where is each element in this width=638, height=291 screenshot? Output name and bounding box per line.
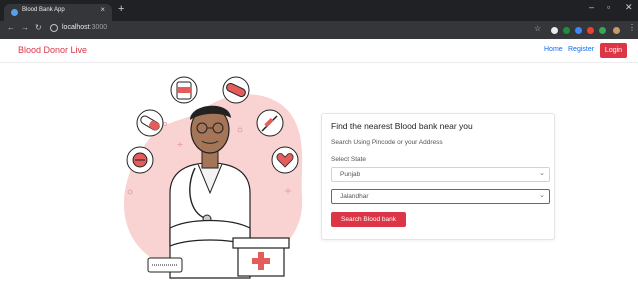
chevron-down-icon: ⌄ — [539, 170, 545, 177]
extension-icon[interactable] — [551, 27, 558, 34]
browser-menu-icon[interactable]: ⋮ — [628, 24, 636, 32]
chevron-down-icon: ⌄ — [539, 192, 545, 199]
extension-icon[interactable] — [599, 27, 606, 34]
search-card: Find the nearest Blood bank near you Sea… — [321, 113, 555, 240]
app-navbar: Blood Donor Live Home Register Login — [0, 39, 638, 63]
new-tab-icon[interactable]: + — [118, 4, 124, 15]
url-port: :3000 — [89, 24, 108, 31]
state-select-value: Punjab — [340, 171, 361, 178]
state-label: Select State — [331, 156, 367, 163]
tab-title: Blood Bank App — [22, 7, 65, 13]
url-host: localhost — [62, 24, 90, 31]
doctor-illustration — [123, 76, 303, 279]
window-close-icon[interactable]: ✕ — [625, 3, 633, 12]
browser-tab-bar: Blood Bank App × + – ▫ ✕ — [0, 0, 638, 21]
district-select[interactable]: Jalandhar ⌄ — [331, 189, 550, 204]
extension-icon[interactable] — [575, 27, 582, 34]
reload-icon[interactable]: ↻ — [35, 24, 42, 32]
url-field[interactable]: localhost:3000 — [50, 24, 520, 36]
forward-icon[interactable]: → — [21, 24, 29, 32]
bookmark-star-icon[interactable]: ☆ — [534, 25, 541, 33]
first-aid-box-icon — [232, 237, 290, 277]
extension-icon[interactable] — [563, 27, 570, 34]
address-bar: ← → ↻ localhost:3000 ☆ ⋮ — [0, 21, 638, 39]
nav-link-register[interactable]: Register — [568, 46, 594, 53]
site-info-icon[interactable] — [50, 24, 58, 32]
login-button[interactable]: Login — [600, 43, 627, 58]
extension-icon[interactable] — [587, 27, 594, 34]
favicon-icon — [11, 9, 18, 16]
search-blood-bank-button[interactable]: Search Blood bank — [331, 212, 406, 227]
back-icon[interactable]: ← — [7, 24, 15, 32]
browser-tab[interactable]: Blood Bank App × — [4, 4, 112, 21]
district-select-value: Jalandhar — [340, 193, 369, 200]
tab-close-icon[interactable]: × — [100, 6, 105, 14]
brand-logo-text[interactable]: Blood Donor Live — [18, 45, 87, 55]
state-select[interactable]: Punjab ⌄ — [331, 167, 550, 182]
nav-link-home[interactable]: Home — [544, 46, 563, 53]
card-subtitle: Search Using Pincode or your Address — [331, 139, 443, 146]
profile-avatar-icon[interactable] — [613, 27, 620, 34]
sparkle-dot — [163, 122, 167, 126]
maximize-icon[interactable]: ▫ — [607, 3, 610, 12]
minimize-icon[interactable]: – — [589, 3, 594, 12]
card-title: Find the nearest Blood bank near you — [331, 121, 473, 131]
